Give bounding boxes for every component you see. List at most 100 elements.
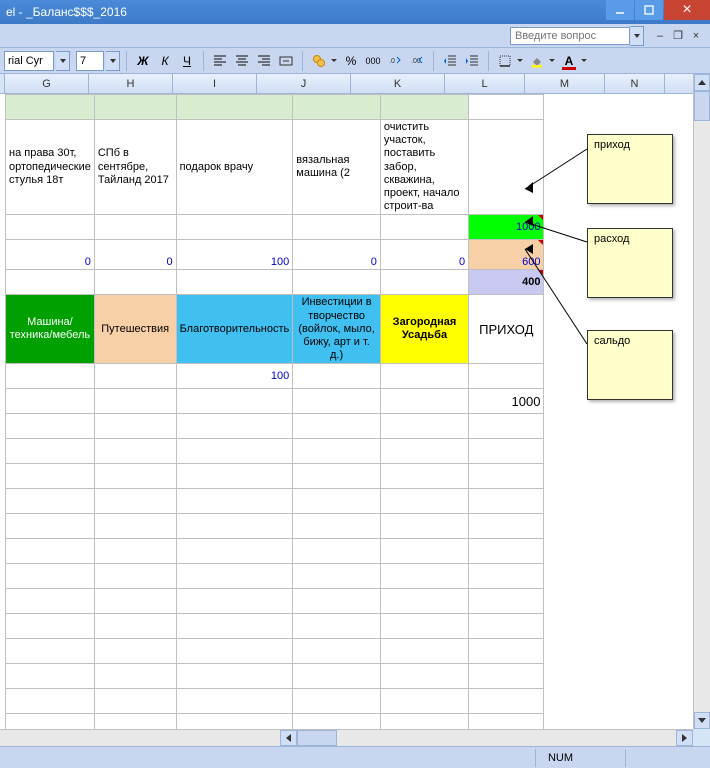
cell[interactable] — [380, 464, 468, 489]
col-header-L[interactable]: L — [445, 74, 525, 93]
cell[interactable] — [380, 589, 468, 614]
cell[interactable] — [94, 564, 176, 589]
cell[interactable] — [380, 414, 468, 439]
cell[interactable] — [94, 489, 176, 514]
cell[interactable] — [606, 95, 623, 120]
cell[interactable]: 0 — [6, 240, 95, 270]
cell-income-label[interactable]: ПРИХОД — [469, 295, 544, 364]
currency-dropdown[interactable] — [329, 51, 339, 71]
cell[interactable] — [469, 464, 544, 489]
cell[interactable] — [380, 364, 468, 389]
font-size-input[interactable] — [76, 51, 104, 71]
cell[interactable] — [94, 714, 176, 729]
cell[interactable] — [293, 364, 381, 389]
cell[interactable] — [380, 439, 468, 464]
cell[interactable] — [469, 489, 544, 514]
cell[interactable] — [6, 539, 95, 564]
italic-button[interactable]: К — [155, 51, 175, 71]
increase-indent-button[interactable] — [462, 51, 482, 71]
cell[interactable] — [293, 539, 381, 564]
cell[interactable] — [6, 489, 95, 514]
cell[interactable] — [94, 389, 176, 414]
merge-center-button[interactable] — [276, 51, 296, 71]
hscroll-thumb[interactable] — [297, 730, 337, 746]
cell[interactable] — [469, 364, 544, 389]
cell[interactable]: очистить участок, поставить забор, скваж… — [380, 120, 468, 215]
cell[interactable] — [293, 439, 381, 464]
cell[interactable] — [293, 464, 381, 489]
font-color-button[interactable]: A — [559, 51, 579, 71]
cell[interactable] — [176, 95, 293, 120]
cell[interactable] — [6, 714, 95, 729]
sheet-tab-area[interactable] — [0, 729, 280, 746]
cell[interactable] — [469, 589, 544, 614]
cell[interactable] — [380, 539, 468, 564]
comment-income[interactable]: приход — [587, 134, 673, 204]
cell-expense-total[interactable]: 600 — [469, 240, 544, 270]
cell[interactable] — [380, 564, 468, 589]
cell-cat-machine[interactable]: Машина/техника/мебель — [6, 295, 95, 364]
cell[interactable] — [469, 664, 544, 689]
vertical-scrollbar[interactable] — [693, 74, 710, 729]
cell[interactable] — [176, 389, 293, 414]
cell[interactable] — [469, 414, 544, 439]
cell[interactable] — [94, 514, 176, 539]
cell[interactable] — [6, 389, 95, 414]
cell[interactable] — [380, 664, 468, 689]
cell[interactable] — [469, 95, 544, 120]
cell[interactable] — [380, 95, 468, 120]
maximize-button[interactable] — [635, 0, 663, 20]
cell[interactable]: 0 — [293, 240, 381, 270]
align-left-button[interactable] — [210, 51, 230, 71]
cell[interactable]: 0 — [380, 240, 468, 270]
cell[interactable] — [6, 689, 95, 714]
cell[interactable] — [469, 614, 544, 639]
cell[interactable] — [94, 270, 176, 295]
cell[interactable]: 1000 — [469, 389, 544, 414]
comma-style-button[interactable]: 000 — [363, 51, 383, 71]
doc-restore-button[interactable]: ❐ — [670, 28, 686, 44]
cell[interactable] — [293, 614, 381, 639]
cell[interactable] — [94, 614, 176, 639]
borders-button[interactable] — [495, 51, 515, 71]
increase-decimal-button[interactable]: .0 — [385, 51, 405, 71]
cell-income-total[interactable]: 1000 — [469, 215, 544, 240]
align-center-button[interactable] — [232, 51, 252, 71]
cell[interactable] — [94, 589, 176, 614]
cell[interactable] — [94, 95, 176, 120]
cell[interactable]: СПб в сентябре, Тайланд 2017 — [94, 120, 176, 215]
cell[interactable] — [94, 639, 176, 664]
cell[interactable] — [469, 689, 544, 714]
currency-button[interactable] — [309, 51, 329, 71]
cell[interactable] — [176, 564, 293, 589]
cell[interactable] — [469, 514, 544, 539]
cell[interactable] — [469, 539, 544, 564]
cell[interactable] — [176, 439, 293, 464]
cell[interactable]: 0 — [94, 240, 176, 270]
cell[interactable] — [380, 614, 468, 639]
cell-cat-estate[interactable]: Загородная Усадьба — [380, 295, 468, 364]
cell[interactable] — [6, 614, 95, 639]
cell[interactable] — [469, 714, 544, 729]
cell[interactable] — [94, 215, 176, 240]
font-name-input[interactable] — [4, 51, 54, 71]
cell[interactable]: на права 30т, ортопедические стулья 18т — [6, 120, 95, 215]
col-header-G[interactable]: G — [5, 74, 89, 93]
cell[interactable] — [6, 439, 95, 464]
cell[interactable] — [176, 714, 293, 729]
cell[interactable] — [380, 714, 468, 729]
cell[interactable] — [380, 689, 468, 714]
cell[interactable] — [469, 564, 544, 589]
cell[interactable] — [6, 270, 95, 295]
cell[interactable] — [293, 270, 381, 295]
cell[interactable] — [293, 664, 381, 689]
col-header-M[interactable]: M — [525, 74, 605, 93]
cell[interactable] — [6, 215, 95, 240]
help-question-input[interactable] — [510, 27, 630, 45]
minimize-button[interactable] — [606, 0, 634, 20]
percent-button[interactable]: % — [341, 51, 361, 71]
cell[interactable] — [293, 514, 381, 539]
doc-close-button[interactable]: × — [688, 28, 704, 44]
borders-dropdown[interactable] — [515, 51, 525, 71]
scroll-down-button[interactable] — [694, 712, 710, 729]
